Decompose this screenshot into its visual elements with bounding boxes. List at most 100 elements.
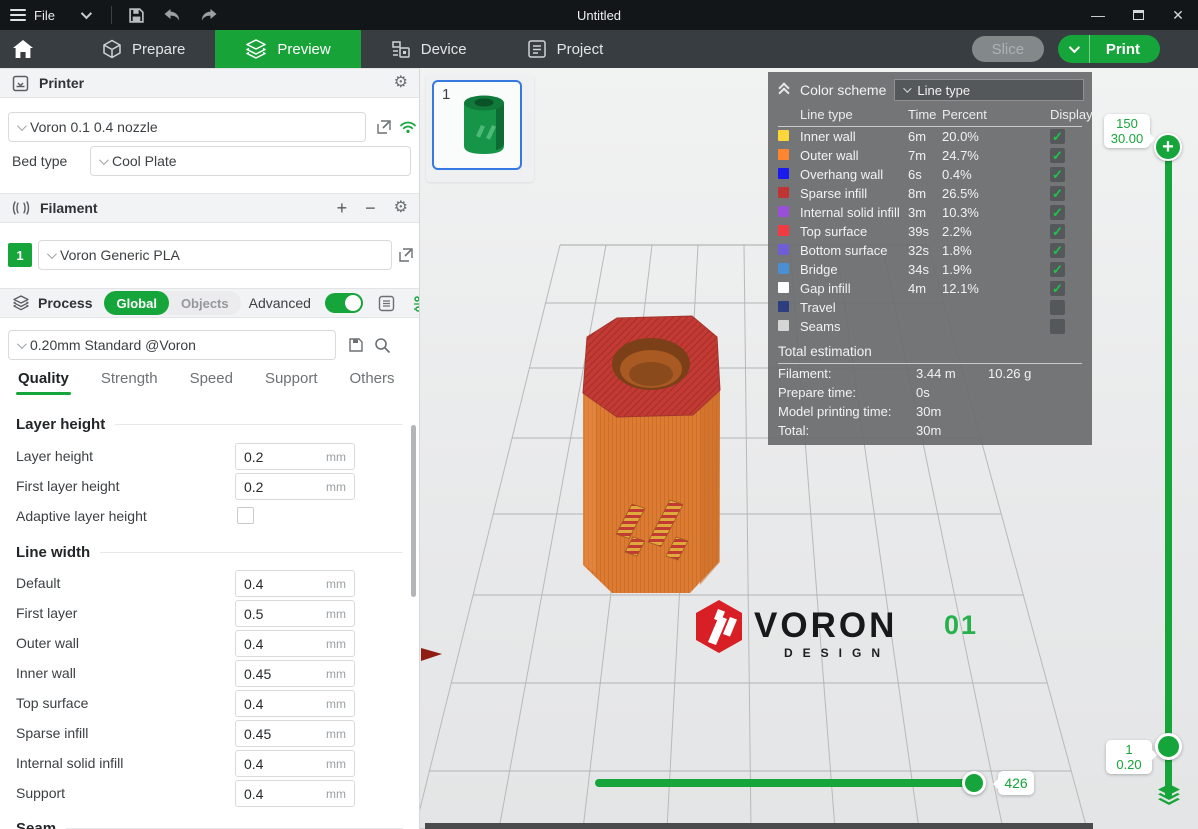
plate-thumbnail[interactable]: 1 — [432, 80, 522, 170]
line-type-color-chip — [778, 149, 789, 160]
line-type-label: Overhang wall — [800, 167, 908, 182]
process-scope-toggle[interactable]: Global Objects — [104, 291, 240, 315]
undo-icon[interactable] — [162, 5, 184, 25]
display-checkbox[interactable]: ✓ — [1050, 167, 1065, 182]
filament-icon — [12, 200, 30, 216]
redo-icon[interactable] — [198, 5, 220, 25]
setting-value: 0.5 — [244, 606, 263, 622]
bed-type-select[interactable]: Cool Plate — [90, 146, 411, 176]
print-button[interactable]: Print — [1058, 35, 1160, 63]
save-icon[interactable] — [126, 5, 148, 25]
layer-slider-bottom-handle[interactable] — [1155, 733, 1182, 760]
tune-params-icon[interactable] — [411, 293, 420, 313]
layer-slider-add-handle[interactable]: + — [1154, 133, 1182, 161]
home-button[interactable] — [0, 30, 46, 68]
process-tab[interactable]: Strength — [101, 370, 158, 395]
layers-view-icon[interactable] — [1156, 783, 1182, 807]
printer-edit-icon[interactable] — [374, 117, 394, 137]
setting-unit: mm — [326, 450, 346, 464]
display-checkbox[interactable]: ✓ — [1050, 281, 1065, 296]
display-checkbox[interactable]: ✓ — [1050, 243, 1065, 258]
line-width-input[interactable]: 0.4 mm — [235, 570, 355, 597]
display-checkbox[interactable]: ✓ — [1050, 224, 1065, 239]
first-layer-height-input[interactable]: 0.2 mm — [235, 473, 355, 500]
display-checkbox[interactable]: ✓ — [1050, 129, 1065, 144]
filament-remove-icon[interactable]: − — [365, 198, 376, 219]
process-preset-select[interactable]: 0.20mm Standard @Voron — [8, 330, 336, 360]
process-tab[interactable]: Speed — [190, 370, 233, 395]
line-width-input[interactable]: 0.4 mm — [235, 780, 355, 807]
layer-range-slider: 150 30.00 + 1 0.20 — [1100, 100, 1198, 829]
filament-settings-gear-icon[interactable]: ⚙ — [394, 200, 408, 216]
top-layer-index: 150 — [1106, 116, 1148, 131]
search-icon[interactable] — [372, 335, 392, 355]
process-tab[interactable]: Others — [350, 370, 395, 395]
filament-edit-icon[interactable] — [396, 245, 416, 265]
line-width-input[interactable]: 0.4 mm — [235, 750, 355, 777]
display-checkbox[interactable]: ✓ — [1050, 205, 1065, 220]
line-type-label: Sparse infill — [800, 186, 908, 201]
col-time: Time — [908, 107, 942, 122]
horizontal-slider-track[interactable] — [595, 779, 985, 787]
file-menu-chevron-down-icon[interactable] — [81, 8, 92, 19]
setting-row: Inner wall 0.45 mm — [0, 660, 420, 688]
horizontal-layer-move-slider — [595, 775, 985, 791]
layer-slider-track[interactable] — [1165, 150, 1172, 798]
device-icon — [391, 39, 411, 59]
view-mode-select[interactable]: Line type — [894, 79, 1084, 101]
line-type-label: Gap infill — [800, 281, 908, 296]
scope-segment[interactable]: Objects — [169, 291, 241, 315]
line-width-input[interactable]: 0.45 mm — [235, 660, 355, 687]
process-tab[interactable]: Support — [265, 370, 318, 395]
display-checkbox[interactable]: ✓ — [1050, 262, 1065, 277]
adaptive-layer-height-checkbox[interactable] — [237, 507, 254, 524]
line-type-label: Inner wall — [800, 129, 908, 144]
sliced-model — [583, 316, 720, 593]
printer-settings-gear-icon[interactable]: ⚙ — [394, 75, 408, 91]
list-view-icon[interactable] — [377, 293, 397, 313]
tab-project[interactable]: Project — [497, 30, 634, 68]
filament-slot-badge[interactable]: 1 — [8, 243, 32, 267]
line-type-percent: 20.0% — [942, 129, 1050, 144]
filament-add-icon[interactable]: + — [337, 198, 348, 219]
setting-unit: mm — [326, 480, 346, 494]
plate-thumbnail-area: 1 — [426, 74, 534, 182]
legend-row: Top surface 39s 2.2% ✓ — [768, 222, 1092, 241]
line-width-input[interactable]: 0.45 mm — [235, 720, 355, 747]
bottom-layer-index: 1 — [1108, 742, 1150, 757]
display-checkbox[interactable]: ✓ — [1050, 319, 1065, 334]
legend-rows: Inner wall 6m 20.0% ✓ Outer wall 7m 24.7… — [768, 127, 1092, 336]
minimize-button[interactable]: — — [1078, 0, 1118, 30]
display-checkbox[interactable]: ✓ — [1050, 186, 1065, 201]
tab-preview[interactable]: Preview — [215, 30, 360, 68]
advanced-toggle[interactable] — [325, 293, 363, 313]
setting-unit: mm — [326, 697, 346, 711]
setting-row: Layer height 0.2 mm — [0, 443, 420, 471]
print-dropdown-chevron-icon[interactable] — [1058, 35, 1090, 63]
menu-icon[interactable] — [10, 9, 26, 21]
display-checkbox[interactable]: ✓ — [1050, 300, 1065, 315]
sidebar-scrollbar[interactable] — [411, 425, 416, 597]
layer-height-input[interactable]: 0.2 mm — [235, 443, 355, 470]
maximize-button[interactable] — [1118, 0, 1158, 30]
horizontal-slider-handle[interactable] — [962, 771, 986, 795]
printer-preset-select[interactable]: Voron 0.1 0.4 nozzle — [8, 112, 366, 142]
line-type-percent: 26.5% — [942, 186, 1050, 201]
printer-wifi-icon[interactable] — [398, 117, 418, 137]
save-preset-icon[interactable] — [346, 335, 366, 355]
display-checkbox[interactable]: ✓ — [1050, 148, 1065, 163]
scope-segment[interactable]: Global — [104, 291, 168, 315]
line-type-time: 32s — [908, 243, 942, 258]
tab-device[interactable]: Device — [361, 30, 497, 68]
setting-value: 0.4 — [244, 756, 263, 772]
slice-button[interactable]: Slice — [972, 36, 1044, 62]
line-width-input[interactable]: 0.5 mm — [235, 600, 355, 627]
tab-prepare[interactable]: Prepare — [72, 30, 215, 68]
file-menu[interactable]: File — [34, 8, 55, 23]
collapse-panel-icon[interactable] — [778, 84, 792, 96]
process-tab[interactable]: Quality — [18, 370, 69, 395]
close-button[interactable]: ✕ — [1158, 0, 1198, 30]
line-width-input[interactable]: 0.4 mm — [235, 690, 355, 717]
line-width-input[interactable]: 0.4 mm — [235, 630, 355, 657]
filament-preset-select[interactable]: Voron Generic PLA — [38, 240, 392, 270]
